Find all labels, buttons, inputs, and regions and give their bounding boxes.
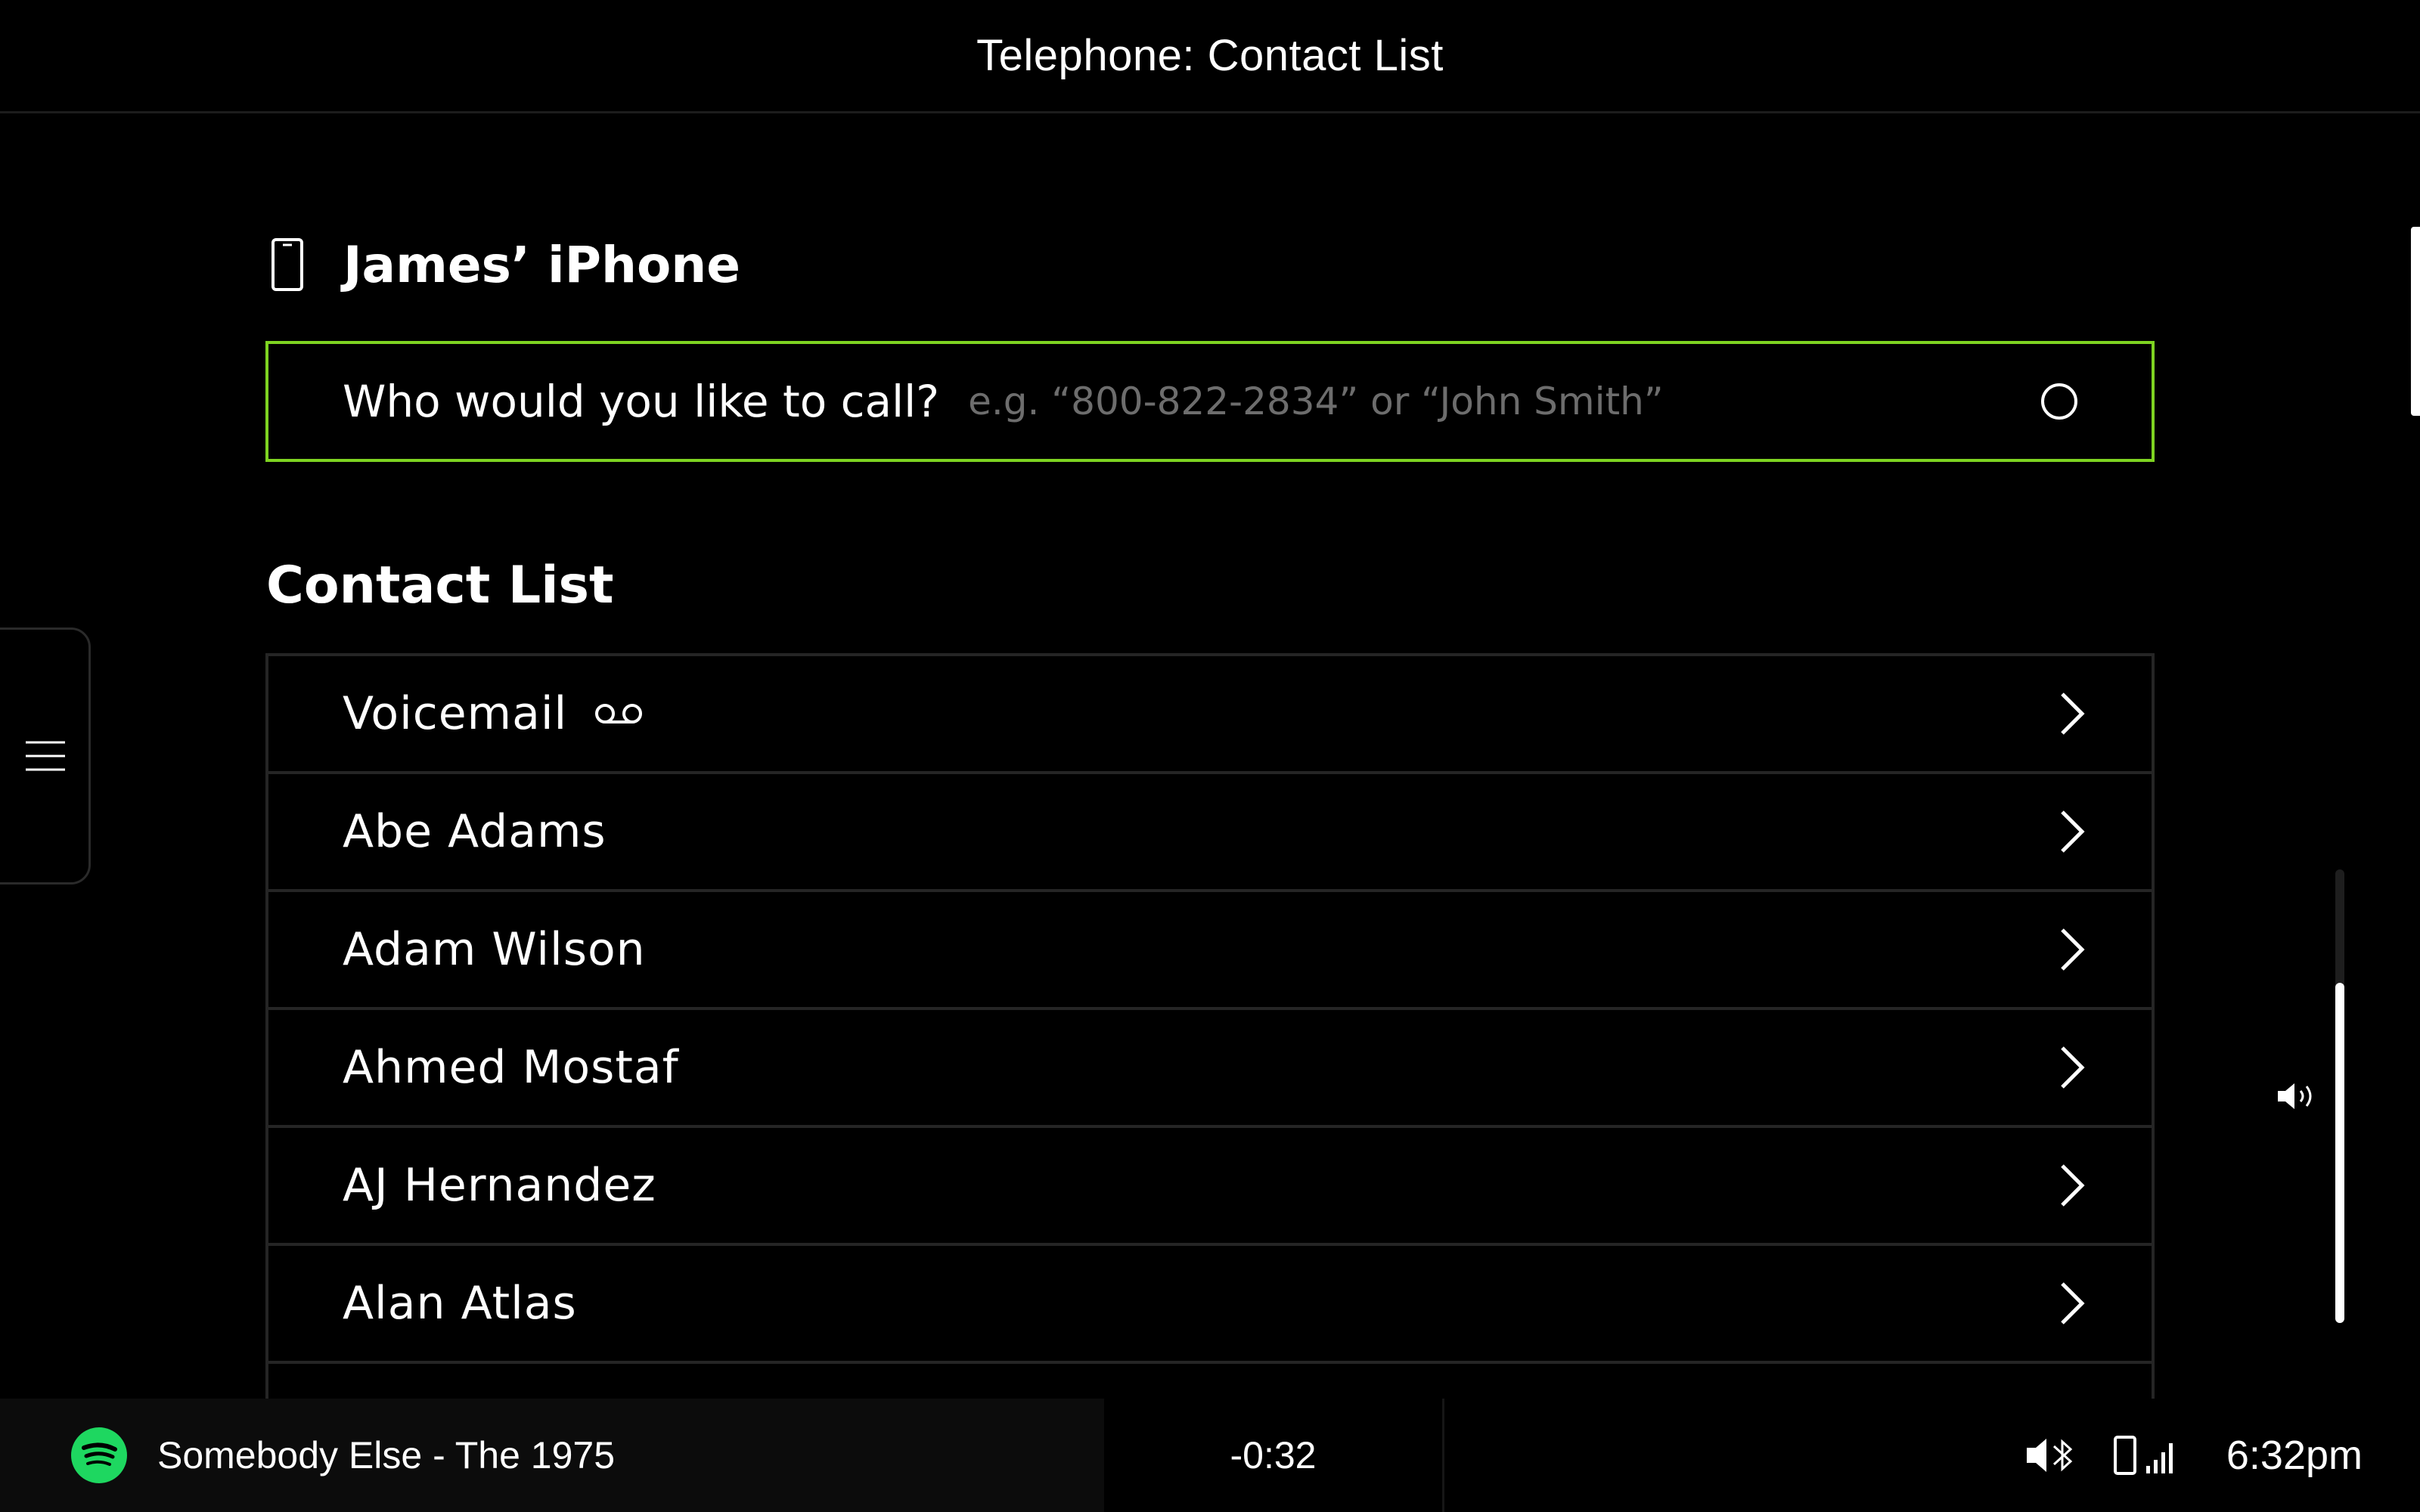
contact-name: Ahmed Mostaf bbox=[343, 1041, 679, 1094]
status-area: 6:32pm bbox=[1444, 1399, 2420, 1512]
contact-row[interactable]: Abe Adams bbox=[265, 774, 2155, 892]
search-prompt: Who would you like to call? bbox=[343, 376, 940, 427]
volume-slider[interactable] bbox=[2335, 869, 2344, 1323]
voicemail-icon bbox=[595, 704, 643, 723]
phone-signal-icon bbox=[2113, 1436, 2173, 1475]
spotify-icon bbox=[71, 1427, 127, 1483]
contact-row-voicemail[interactable]: Voicemail bbox=[265, 656, 2155, 774]
chevron-right-icon bbox=[2061, 692, 2085, 735]
bottom-bar: Somebody Else - The 1975 -0:32 6:32pm bbox=[0, 1399, 2420, 1512]
chevron-right-icon bbox=[2061, 928, 2085, 971]
chevron-right-icon bbox=[2061, 1282, 2085, 1325]
contact-row[interactable]: Adam Wilson bbox=[265, 892, 2155, 1010]
contact-list[interactable]: Voicemail Abe Adams Adam Wilson Ahmed Mo… bbox=[265, 653, 2155, 1399]
contact-list-title: Contact List bbox=[266, 556, 614, 615]
now-playing[interactable]: Somebody Else - The 1975 bbox=[0, 1399, 1104, 1512]
menu-icon bbox=[26, 741, 65, 771]
device-name: James’ iPhone bbox=[343, 235, 741, 294]
clock: 6:32pm bbox=[2226, 1433, 2363, 1478]
scrollbar-thumb[interactable] bbox=[2411, 227, 2420, 416]
contact-name: Voicemail bbox=[343, 687, 2056, 740]
device-row: James’ iPhone bbox=[271, 234, 740, 295]
contact-name: Adam Wilson bbox=[343, 923, 646, 976]
speaker-bluetooth-icon bbox=[2026, 1439, 2073, 1472]
title-bar: Telephone: Contact List bbox=[0, 0, 2420, 113]
mic-icon[interactable] bbox=[2041, 383, 2077, 420]
search-input[interactable] bbox=[966, 379, 2041, 424]
page-title: Telephone: Contact List bbox=[976, 31, 1444, 80]
contact-row[interactable]: Alan Atlas bbox=[265, 1246, 2155, 1364]
contact-row-partial[interactable] bbox=[265, 1364, 2155, 1399]
track-remaining-time: -0:32 bbox=[1104, 1399, 1444, 1512]
chevron-right-icon bbox=[2061, 1164, 2085, 1207]
contact-name: Alan Atlas bbox=[343, 1277, 577, 1330]
contact-row[interactable]: Ahmed Mostaf bbox=[265, 1010, 2155, 1128]
track-title: Somebody Else - The 1975 bbox=[157, 1434, 616, 1476]
contact-name: Abe Adams bbox=[343, 805, 607, 858]
contact-label: Voicemail bbox=[343, 687, 568, 740]
search-box[interactable]: Who would you like to call? bbox=[265, 341, 2155, 462]
side-menu-tab[interactable] bbox=[0, 627, 91, 885]
chevron-right-icon bbox=[2061, 1046, 2085, 1089]
volume-level-fill bbox=[2335, 983, 2344, 1323]
speaker-icon bbox=[2278, 1083, 2312, 1109]
phone-icon bbox=[271, 238, 303, 291]
contact-name: AJ Hernandez bbox=[343, 1159, 656, 1212]
contact-row[interactable]: AJ Hernandez bbox=[265, 1128, 2155, 1246]
chevron-right-icon bbox=[2061, 810, 2085, 853]
